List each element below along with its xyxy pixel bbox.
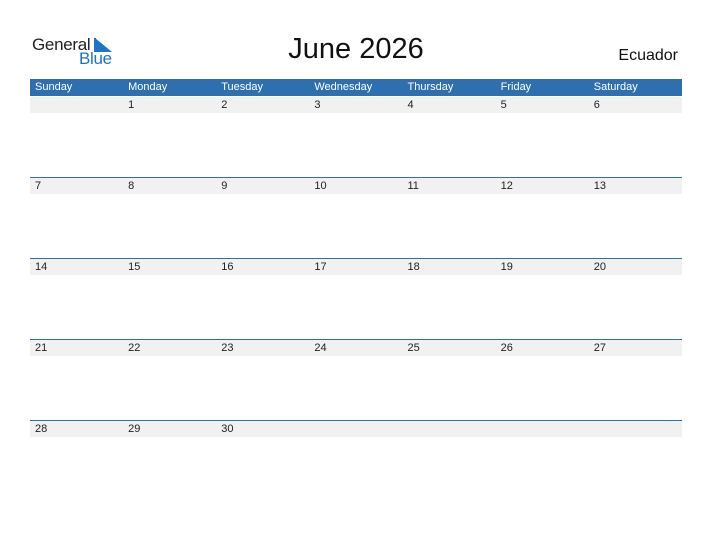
- date-strip: 1 2 3 4 5 6: [30, 97, 682, 113]
- week-row: 14 15 16 17 18 19 20: [30, 258, 682, 340]
- day-cell: 1: [128, 99, 135, 111]
- weekday-sunday: Sunday: [35, 81, 73, 93]
- day-cell: 11: [407, 180, 419, 192]
- date-strip: 14 15 16 17 18 19 20: [30, 259, 682, 275]
- weekday-monday: Monday: [128, 81, 168, 93]
- weekday-tuesday: Tuesday: [221, 81, 264, 93]
- day-cell: 18: [407, 261, 420, 273]
- day-cell: 26: [500, 342, 513, 354]
- day-cell: 2: [221, 99, 228, 111]
- week-row: 28 29 30: [30, 420, 682, 502]
- day-cell: 8: [128, 180, 135, 192]
- day-cell: 21: [35, 342, 48, 354]
- day-cell: 23: [221, 342, 234, 354]
- weekday-friday: Friday: [500, 81, 532, 93]
- day-cell: 7: [35, 180, 42, 192]
- day-cell: 4: [407, 99, 414, 111]
- day-cell: 24: [314, 342, 327, 354]
- day-cell: 28: [35, 423, 48, 435]
- day-cell: 10: [314, 180, 327, 192]
- day-cell: 13: [593, 180, 606, 192]
- day-cell: 6: [593, 99, 600, 111]
- day-cell: 3: [314, 99, 321, 111]
- day-cell: 20: [593, 261, 606, 273]
- date-strip: 28 29 30: [30, 421, 682, 437]
- country-label: Ecuador: [618, 47, 678, 64]
- weekday-wednesday: Wednesday: [314, 81, 373, 93]
- day-cell: 25: [407, 342, 420, 354]
- day-cell: 5: [500, 99, 507, 111]
- day-cell: 15: [128, 261, 141, 273]
- day-cell: 22: [128, 342, 141, 354]
- day-cell: 29: [128, 423, 141, 435]
- day-cell: [30, 97, 123, 113]
- weekday-saturday: Saturday: [593, 81, 638, 93]
- calendar-grid: Sunday Monday Tuesday Wednesday Thursday…: [30, 79, 682, 437]
- day-cell: 12: [500, 180, 513, 192]
- day-cell: 9: [221, 180, 228, 192]
- day-cell: [496, 421, 589, 437]
- date-strip: 21 22 23 24 25 26 27: [30, 340, 682, 356]
- day-cell: 27: [593, 342, 606, 354]
- day-cell: 16: [221, 261, 234, 273]
- weekday-header-row: Sunday Monday Tuesday Wednesday Thursday…: [30, 79, 682, 96]
- day-cell: [403, 421, 496, 437]
- week-row: 7 8 9 10 11 12 13: [30, 177, 682, 259]
- day-cell: 14: [35, 261, 48, 273]
- day-cell: [589, 421, 682, 437]
- day-cell: 19: [500, 261, 513, 273]
- date-strip: 7 8 9 10 11 12 13: [30, 178, 682, 194]
- calendar-title: June 2026: [288, 33, 424, 65]
- day-cell: [309, 421, 402, 437]
- week-row: 1 2 3 4 5 6: [30, 97, 682, 178]
- day-cell: 30: [221, 423, 234, 435]
- day-cell: 17: [314, 261, 327, 273]
- weekday-thursday: Thursday: [407, 81, 454, 93]
- week-row: 21 22 23 24 25 26 27: [30, 339, 682, 421]
